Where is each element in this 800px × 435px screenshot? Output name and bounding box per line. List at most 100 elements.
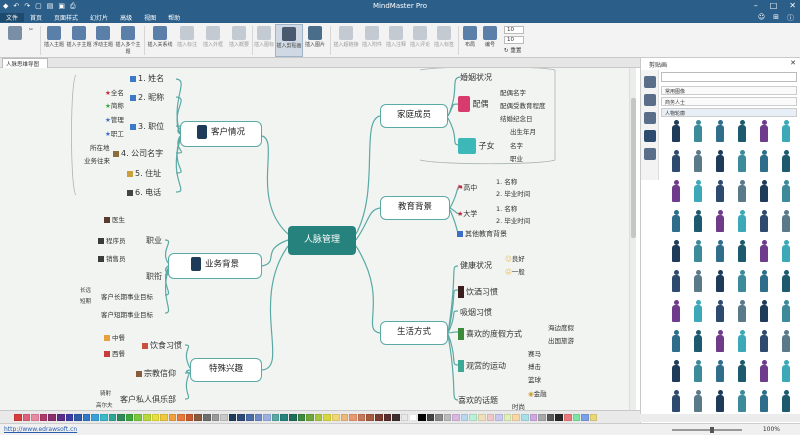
color-swatch[interactable] bbox=[246, 413, 254, 421]
clipart-figure[interactable] bbox=[737, 270, 747, 292]
univ-graduation[interactable]: 2. 毕业时间 bbox=[496, 215, 530, 225]
color-swatch[interactable] bbox=[108, 413, 117, 421]
color-swatch[interactable] bbox=[14, 413, 22, 421]
child-job[interactable]: 职业 bbox=[510, 153, 523, 163]
color-swatch[interactable] bbox=[538, 413, 546, 421]
library-common[interactable]: 常用图像 bbox=[661, 86, 797, 95]
clipart-figure[interactable] bbox=[715, 120, 725, 142]
life-sport[interactable]: 观赏的运动 bbox=[458, 360, 506, 372]
tag-location[interactable]: 所在地 bbox=[90, 142, 110, 152]
color-swatch[interactable] bbox=[564, 413, 572, 421]
life-vacation[interactable]: 喜欢的度假方式 bbox=[458, 328, 522, 340]
child-name[interactable]: 名字 bbox=[510, 140, 523, 150]
color-swatch[interactable] bbox=[529, 413, 538, 421]
color-swatch[interactable] bbox=[503, 413, 512, 421]
edu-university[interactable]: ★大学 bbox=[457, 209, 477, 219]
health-good[interactable]: ☺良好 bbox=[505, 253, 525, 263]
anniversary[interactable]: 结婚纪念日 bbox=[500, 113, 533, 123]
color-swatch[interactable] bbox=[478, 413, 486, 421]
clipart-figure[interactable] bbox=[693, 150, 703, 172]
insert-topic-button[interactable]: 插入主题 bbox=[42, 24, 66, 48]
menu-slides[interactable]: 幻灯片 bbox=[84, 13, 114, 22]
club-tag-1[interactable]: 骑射 bbox=[100, 389, 111, 397]
topic-customer[interactable]: 客户情况 bbox=[180, 121, 262, 147]
clipart-figure[interactable] bbox=[715, 270, 725, 292]
customer-item-5[interactable]: 5. 住址 bbox=[127, 168, 161, 179]
color-swatch[interactable] bbox=[74, 413, 82, 421]
color-swatch[interactable] bbox=[443, 413, 452, 421]
color-swatch[interactable] bbox=[426, 413, 435, 421]
paste-button[interactable] bbox=[4, 24, 26, 41]
color-swatch[interactable] bbox=[374, 413, 383, 421]
edu-high[interactable]: ⚑高中 bbox=[457, 183, 477, 193]
color-swatch[interactable] bbox=[357, 413, 366, 421]
insert-hyperlink-button[interactable]: 插入超链接 bbox=[332, 24, 360, 48]
clipart-figure[interactable] bbox=[671, 240, 681, 262]
color-swatch[interactable] bbox=[331, 413, 340, 421]
spacing-spinner-2[interactable]: 10 bbox=[504, 36, 524, 44]
customer-item-3[interactable]: 3. 职位 bbox=[130, 121, 164, 132]
color-swatch[interactable] bbox=[555, 413, 563, 421]
library-business[interactable]: 商务人士 bbox=[661, 97, 797, 106]
color-swatch[interactable] bbox=[142, 413, 151, 421]
canvas-vertical-scrollbar[interactable] bbox=[629, 68, 636, 410]
clipart-figure[interactable] bbox=[693, 300, 703, 322]
goal-tag-long[interactable]: 长远 bbox=[80, 286, 91, 294]
color-swatch[interactable] bbox=[306, 413, 314, 421]
color-swatch[interactable] bbox=[572, 413, 581, 421]
color-swatch[interactable] bbox=[460, 413, 469, 421]
clipart-figure[interactable] bbox=[781, 240, 791, 262]
color-swatch[interactable] bbox=[280, 413, 288, 421]
clipart-figure[interactable] bbox=[671, 270, 681, 292]
color-swatch[interactable] bbox=[151, 413, 160, 421]
clipart-figure[interactable] bbox=[781, 180, 791, 202]
clipart-figure[interactable] bbox=[737, 180, 747, 202]
mark-staff[interactable]: ★职工 bbox=[105, 128, 124, 138]
insert-comment-button[interactable]: 插入评论 bbox=[408, 24, 432, 48]
clipart-figure[interactable] bbox=[759, 150, 769, 172]
spouse-name[interactable]: 配偶名字 bbox=[500, 87, 526, 97]
topic-hobby[interactable]: 特殊兴趣 bbox=[190, 358, 262, 382]
color-swatch[interactable] bbox=[211, 413, 220, 421]
calendar-icon[interactable] bbox=[644, 148, 656, 160]
clipart-figure[interactable] bbox=[759, 180, 769, 202]
color-swatch[interactable] bbox=[435, 413, 443, 421]
grid-icon[interactable] bbox=[644, 94, 656, 106]
business-job[interactable]: 职业 bbox=[146, 235, 162, 246]
clipart-figure[interactable] bbox=[759, 240, 769, 262]
life-drink[interactable]: 饮酒习惯 bbox=[458, 286, 498, 298]
clipart-figure[interactable] bbox=[715, 150, 725, 172]
color-swatch[interactable] bbox=[581, 413, 589, 421]
insert-callout-button[interactable]: 插入标注 bbox=[174, 24, 200, 48]
health-normal[interactable]: ☹一般 bbox=[505, 266, 525, 276]
goal-tag-short[interactable]: 短期 bbox=[80, 297, 91, 305]
insert-attachment-button[interactable]: 插入附件 bbox=[360, 24, 384, 48]
color-swatch[interactable] bbox=[125, 413, 134, 421]
clipart-figure[interactable] bbox=[715, 210, 725, 232]
customer-item-2[interactable]: 2. 昵称 bbox=[130, 92, 164, 103]
goal-long[interactable]: 客户长期事业目标 bbox=[101, 291, 153, 301]
menu-advanced[interactable]: 高级 bbox=[114, 13, 138, 22]
customer-item-1[interactable]: 1. 姓名 bbox=[130, 73, 164, 84]
color-swatch[interactable] bbox=[349, 413, 357, 421]
cart-icon[interactable]: ⊞ bbox=[773, 13, 779, 23]
high-graduation[interactable]: 2. 毕业时间 bbox=[496, 188, 530, 198]
life-topic[interactable]: 喜欢的话题 bbox=[458, 395, 498, 406]
hobby-religion[interactable]: 宗教信仰 bbox=[136, 368, 176, 379]
clipart-figure[interactable] bbox=[693, 120, 703, 142]
numbering-button[interactable]: 编号 bbox=[480, 24, 500, 48]
clipart-figure[interactable] bbox=[737, 390, 747, 412]
color-swatch[interactable] bbox=[340, 413, 349, 421]
clipart-figure[interactable] bbox=[781, 360, 791, 382]
sport-basketball[interactable]: 篮球 bbox=[528, 374, 541, 384]
child-birth[interactable]: 出生年月 bbox=[510, 126, 536, 136]
color-swatch[interactable] bbox=[48, 413, 56, 421]
clipart-figure[interactable] bbox=[693, 210, 703, 232]
central-topic[interactable]: 人脉管理 bbox=[288, 226, 356, 255]
food-chinese[interactable]: 中餐 bbox=[104, 332, 125, 342]
clipart-figure[interactable] bbox=[759, 120, 769, 142]
color-swatch[interactable] bbox=[589, 413, 598, 421]
insert-clipart-button[interactable]: 插入剪贴画 bbox=[275, 24, 303, 57]
color-swatch[interactable] bbox=[400, 413, 409, 421]
clipart-figure[interactable] bbox=[693, 360, 703, 382]
